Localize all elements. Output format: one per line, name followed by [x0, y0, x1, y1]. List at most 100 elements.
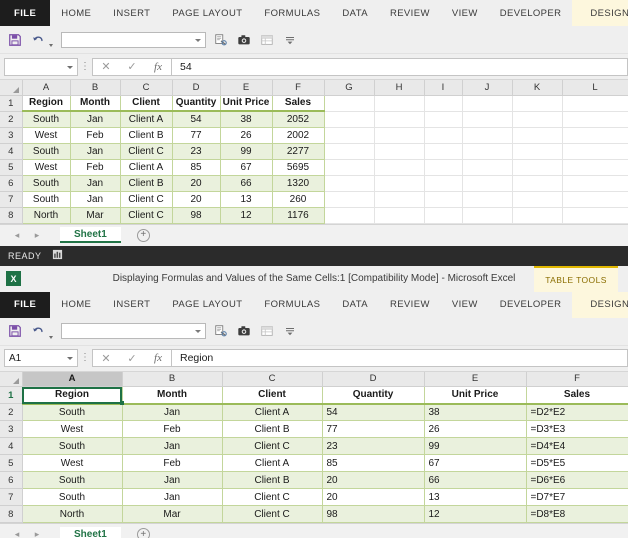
cell-D2[interactable]: 54: [172, 111, 221, 128]
name-box-top[interactable]: [4, 57, 78, 76]
cell-G6[interactable]: [324, 175, 375, 192]
row-header-7[interactable]: 7: [0, 488, 23, 506]
formula-bar-grip-bottom[interactable]: ⋮: [78, 353, 92, 363]
column-header-L[interactable]: L: [562, 80, 628, 96]
customize-toolbar-icon[interactable]: [281, 323, 298, 340]
cell-C3[interactable]: Client B: [120, 127, 173, 144]
cell-A2[interactable]: South: [22, 111, 71, 128]
cell-C4[interactable]: Client C: [120, 143, 173, 160]
column-header-K[interactable]: K: [512, 80, 563, 96]
cell-C2[interactable]: Client A: [120, 111, 173, 128]
cell-B6[interactable]: Jan: [70, 175, 121, 192]
cell-E3[interactable]: 26: [220, 127, 273, 144]
formula-bar-grip-top[interactable]: ⋮: [78, 61, 92, 71]
cell-E8[interactable]: 12: [424, 505, 527, 523]
cell-F8[interactable]: =D8*E8: [526, 505, 628, 523]
column-header-F[interactable]: F: [272, 80, 325, 96]
cell-F4[interactable]: 2277: [272, 143, 325, 160]
cell-B2[interactable]: Jan: [122, 403, 223, 421]
cell-C6[interactable]: Client B: [222, 471, 323, 489]
column-header-D[interactable]: D: [172, 80, 221, 96]
ribbon-tab-page-layout[interactable]: PAGE LAYOUT: [161, 292, 253, 318]
row-header-3[interactable]: 3: [0, 127, 23, 144]
column-header-B[interactable]: B: [70, 80, 121, 96]
column-header-H[interactable]: H: [374, 80, 425, 96]
cell-E6[interactable]: 66: [424, 471, 527, 489]
undo-dropdown-caret[interactable]: [49, 44, 53, 47]
cell-C8[interactable]: Client C: [222, 505, 323, 523]
cell-K6[interactable]: [512, 175, 563, 192]
cell-E2[interactable]: 38: [424, 403, 527, 421]
cell-J4[interactable]: [462, 143, 513, 160]
cell-G4[interactable]: [324, 143, 375, 160]
cell-K1[interactable]: [512, 95, 563, 112]
cell-J5[interactable]: [462, 159, 513, 176]
cell-I8[interactable]: [424, 207, 463, 224]
cell-B5[interactable]: Feb: [70, 159, 121, 176]
sheet-tab-sheet1-top[interactable]: Sheet1: [60, 227, 121, 243]
ribbon-tab-view[interactable]: VIEW: [441, 292, 489, 318]
cell-F2[interactable]: =D2*E2: [526, 403, 628, 421]
cell-E1[interactable]: Unit Price: [220, 94, 273, 112]
macro-record-icon[interactable]: [52, 249, 63, 262]
cell-E4[interactable]: 99: [220, 143, 273, 160]
cell-A4[interactable]: South: [22, 437, 123, 455]
cell-K7[interactable]: [512, 191, 563, 208]
qat-combo-box[interactable]: [61, 323, 206, 339]
row-header-2[interactable]: 2: [0, 111, 23, 128]
column-header-D[interactable]: D: [322, 371, 425, 387]
cell-A1[interactable]: Region: [22, 386, 123, 405]
cell-H2[interactable]: [374, 111, 425, 128]
ribbon-tab-home[interactable]: HOME: [50, 292, 102, 318]
sheet-nav-prev-icon[interactable]: ◂: [8, 230, 26, 241]
cell-B8[interactable]: Mar: [70, 207, 121, 224]
cell-E5[interactable]: 67: [220, 159, 273, 176]
cell-D1[interactable]: Quantity: [172, 94, 221, 112]
ribbon-tab-design[interactable]: DESIGN: [572, 291, 628, 318]
cell-G5[interactable]: [324, 159, 375, 176]
ribbon-tab-formulas[interactable]: FORMULAS: [253, 292, 331, 318]
cell-C2[interactable]: Client A: [222, 403, 323, 421]
row-header-1[interactable]: 1: [0, 95, 23, 112]
cell-H7[interactable]: [374, 191, 425, 208]
cell-D8[interactable]: 98: [172, 207, 221, 224]
row-header-3[interactable]: 3: [0, 420, 23, 438]
row-header-6[interactable]: 6: [0, 175, 23, 192]
column-header-I[interactable]: I: [424, 80, 463, 96]
cell-I6[interactable]: [424, 175, 463, 192]
cell-C5[interactable]: Client A: [120, 159, 173, 176]
cell-D8[interactable]: 98: [322, 505, 425, 523]
sheet-tab-sheet1-bottom[interactable]: Sheet1: [60, 526, 121, 538]
column-header-C[interactable]: C: [222, 371, 323, 387]
cell-B8[interactable]: Mar: [122, 505, 223, 523]
cell-H4[interactable]: [374, 143, 425, 160]
cell-F6[interactable]: =D6*E6: [526, 471, 628, 489]
cell-A5[interactable]: West: [22, 159, 71, 176]
cell-D4[interactable]: 23: [322, 437, 425, 455]
cell-J6[interactable]: [462, 175, 513, 192]
cancel-entry-icon[interactable]: ✕: [93, 59, 119, 75]
cell-K2[interactable]: [512, 111, 563, 128]
cell-L6[interactable]: [562, 175, 628, 192]
cell-H1[interactable]: [374, 95, 425, 112]
column-header-G[interactable]: G: [324, 80, 375, 96]
row-header-5[interactable]: 5: [0, 454, 23, 472]
cell-A5[interactable]: West: [22, 454, 123, 472]
cell-F3[interactable]: 2002: [272, 127, 325, 144]
cell-A1[interactable]: Region: [22, 94, 71, 112]
cancel-entry-icon[interactable]: ✕: [93, 350, 119, 366]
cell-C1[interactable]: Client: [120, 94, 173, 112]
cell-I1[interactable]: [424, 95, 463, 112]
ribbon-tab-page-layout[interactable]: PAGE LAYOUT: [161, 0, 253, 26]
print-preview-icon[interactable]: [212, 31, 229, 48]
customize-toolbar-icon[interactable]: [281, 31, 298, 48]
cell-D5[interactable]: 85: [322, 454, 425, 472]
cell-D4[interactable]: 23: [172, 143, 221, 160]
cell-L1[interactable]: [562, 95, 628, 112]
cell-H6[interactable]: [374, 175, 425, 192]
column-header-E[interactable]: E: [220, 80, 273, 96]
cell-C1[interactable]: Client: [222, 386, 323, 405]
cell-A8[interactable]: North: [22, 505, 123, 523]
cell-F4[interactable]: =D4*E4: [526, 437, 628, 455]
cell-B1[interactable]: Month: [70, 94, 121, 112]
